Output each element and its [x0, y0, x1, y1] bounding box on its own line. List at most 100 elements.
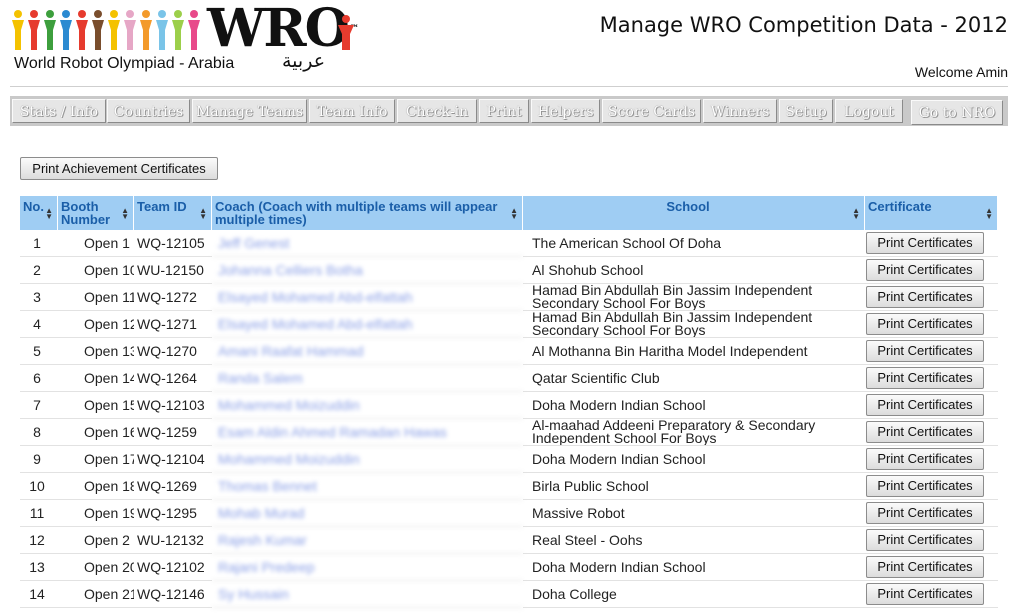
table-row: 2 Open 10 WU-12150 Johanna Celliers Botha Al…: [20, 257, 998, 284]
row-team-id: WQ-1272: [134, 284, 212, 311]
row-no: 5: [20, 338, 58, 365]
print-certificates-button[interactable]: Print Certificates: [866, 556, 984, 578]
row-coach-name[interactable]: Rajani Predeep: [212, 554, 523, 581]
sort-arrows-icon[interactable]: ▲ ▼: [985, 207, 993, 221]
table-row: 14 Open 21 WQ-12146 Sy Hussain Doha College P…: [20, 581, 998, 608]
print-certificates-button[interactable]: Print Certificates: [866, 502, 984, 524]
print-certificates-button[interactable]: Print Certificates: [866, 529, 984, 551]
row-coach-name[interactable]: Jeff Genest: [212, 230, 523, 257]
row-booth-number: Open 16: [58, 419, 134, 446]
row-certificate-cell: Print Certificates: [865, 500, 998, 527]
row-team-id: WQ-12103: [134, 392, 212, 419]
row-coach-name[interactable]: Randa Salem: [212, 365, 523, 392]
col-header-certificate[interactable]: Certificate ▲ ▼: [865, 196, 998, 230]
col-header-coach[interactable]: Coach (Coach with multiple teams will ap…: [212, 196, 523, 230]
sort-arrows-icon[interactable]: ▲ ▼: [45, 207, 53, 221]
col-header-certificate-label: Certificate: [868, 199, 932, 214]
nav-manage-teams[interactable]: Manage Teams: [192, 99, 307, 123]
sort-arrows-icon[interactable]: ▲ ▼: [852, 207, 860, 221]
row-school-name: Qatar Scientific Club: [523, 365, 865, 392]
print-certificates-button[interactable]: Print Certificates: [866, 259, 984, 281]
row-school-name: Doha College: [523, 581, 865, 608]
teams-table: No. ▲ ▼ Booth Number ▲ ▼ Team ID ▲ ▼ Coach (Co…: [20, 196, 998, 608]
row-coach-name[interactable]: Amani Raafat Hammad: [212, 338, 523, 365]
row-team-id: WQ-1270: [134, 338, 212, 365]
col-header-school[interactable]: School ▲ ▼: [523, 196, 865, 230]
nav-countries[interactable]: Countries: [107, 99, 190, 123]
row-booth-number: Open 18: [58, 473, 134, 500]
print-certificates-button[interactable]: Print Certificates: [866, 340, 984, 362]
print-certificates-button[interactable]: Print Certificates: [866, 394, 984, 416]
table-row: 10 Open 18 WQ-1269 Thomas Bennet Birla Publi…: [20, 473, 998, 500]
print-certificates-button[interactable]: Print Certificates: [866, 583, 984, 605]
row-school-name: Doha Modern Indian School: [523, 392, 865, 419]
row-team-id: WU-12150: [134, 257, 212, 284]
print-certificates-button[interactable]: Print Certificates: [866, 475, 984, 497]
row-team-id: WQ-12146: [134, 581, 212, 608]
table-header-row: No. ▲ ▼ Booth Number ▲ ▼ Team ID ▲ ▼ Coach (Co…: [20, 196, 998, 230]
row-team-id: WQ-1295: [134, 500, 212, 527]
col-header-school-label: School: [666, 199, 710, 214]
row-booth-number: Open 13: [58, 338, 134, 365]
row-no: 12: [20, 527, 58, 554]
nav-setup[interactable]: Setup: [779, 99, 833, 123]
sort-arrows-icon[interactable]: ▲ ▼: [199, 207, 207, 221]
nav-helpers[interactable]: Helpers: [531, 99, 600, 123]
table-row: 9 Open 17 WQ-12104 Mohammed Moizuddin Doha M…: [20, 446, 998, 473]
row-certificate-cell: Print Certificates: [865, 230, 998, 257]
nav-stats-info[interactable]: Stats / Info: [12, 99, 106, 123]
row-coach-name[interactable]: Mohab Murad: [212, 500, 523, 527]
nav-print[interactable]: Print: [479, 99, 529, 123]
row-coach-name[interactable]: Sy Hussain: [212, 581, 523, 608]
row-team-id: WQ-1259: [134, 419, 212, 446]
row-booth-number: Open 17: [58, 446, 134, 473]
row-coach-name[interactable]: Elsayed Mohamed Abd-elfattah: [212, 311, 523, 338]
print-certificates-button[interactable]: Print Certificates: [866, 448, 984, 470]
print-certificates-button[interactable]: Print Certificates: [866, 367, 984, 389]
nav-go-to-nro[interactable]: Go to NRO: [911, 100, 1003, 125]
row-coach-name[interactable]: Esam Aldin Ahmed Ramadan Hawas: [212, 419, 523, 446]
print-certificates-button[interactable]: Print Certificates: [866, 421, 984, 443]
logo-arabic-text: عربية: [282, 50, 326, 72]
row-school-name: Doha Modern Indian School: [523, 554, 865, 581]
print-certificates-button[interactable]: Print Certificates: [866, 286, 984, 308]
table-row: 11 Open 19 WQ-1295 Mohab Murad Massive Robot…: [20, 500, 998, 527]
logo-subtitle: World Robot Olympiad - Arabia: [14, 55, 235, 72]
print-certificates-button[interactable]: Print Certificates: [866, 313, 984, 335]
col-header-booth[interactable]: Booth Number ▲ ▼: [58, 196, 134, 230]
sort-arrows-icon[interactable]: ▲ ▼: [121, 207, 129, 221]
row-certificate-cell: Print Certificates: [865, 365, 998, 392]
col-header-team-id[interactable]: Team ID ▲ ▼: [134, 196, 212, 230]
row-coach-name[interactable]: Elsayed Mohamed Abd-elfattah: [212, 284, 523, 311]
nav-check-in[interactable]: Check-in: [397, 99, 477, 123]
row-booth-number: Open 19: [58, 500, 134, 527]
nav-score-cards[interactable]: Score Cards: [602, 99, 701, 123]
row-coach-name[interactable]: Johanna Celliers Botha: [212, 257, 523, 284]
page-title: Manage WRO Competition Data - 2012: [599, 13, 1008, 37]
row-no: 3: [20, 284, 58, 311]
page-header: WRO ™ World Robot Olympiad - Arabia عربية…: [0, 0, 1022, 90]
row-team-id: WQ-1271: [134, 311, 212, 338]
row-coach-name[interactable]: Mohammed Moizuddin: [212, 392, 523, 419]
row-certificate-cell: Print Certificates: [865, 257, 998, 284]
print-certificates-button[interactable]: Print Certificates: [866, 232, 984, 254]
row-coach-name[interactable]: Mohammed Moizuddin: [212, 446, 523, 473]
col-header-no[interactable]: No. ▲ ▼: [20, 196, 58, 230]
row-team-id: WQ-12104: [134, 446, 212, 473]
row-no: 11: [20, 500, 58, 527]
row-no: 7: [20, 392, 58, 419]
nav-logout[interactable]: Logout: [835, 99, 903, 123]
print-achievement-certificates-button[interactable]: Print Achievement Certificates: [20, 157, 218, 180]
row-no: 9: [20, 446, 58, 473]
nav-team-info[interactable]: Team Info: [309, 99, 395, 123]
row-no: 10: [20, 473, 58, 500]
sort-arrows-icon[interactable]: ▲ ▼: [510, 207, 518, 221]
row-certificate-cell: Print Certificates: [865, 392, 998, 419]
row-coach-name[interactable]: Thomas Bennet: [212, 473, 523, 500]
row-no: 13: [20, 554, 58, 581]
table-row: 7 Open 15 WQ-12103 Mohammed Moizuddin Doha M…: [20, 392, 998, 419]
table-row: 6 Open 14 WQ-1264 Randa Salem Qatar Scientif…: [20, 365, 998, 392]
row-coach-name[interactable]: Rajesh Kumar: [212, 527, 523, 554]
nav-winners[interactable]: Winners: [703, 99, 777, 123]
row-school-name: The American School Of Doha: [523, 230, 865, 257]
